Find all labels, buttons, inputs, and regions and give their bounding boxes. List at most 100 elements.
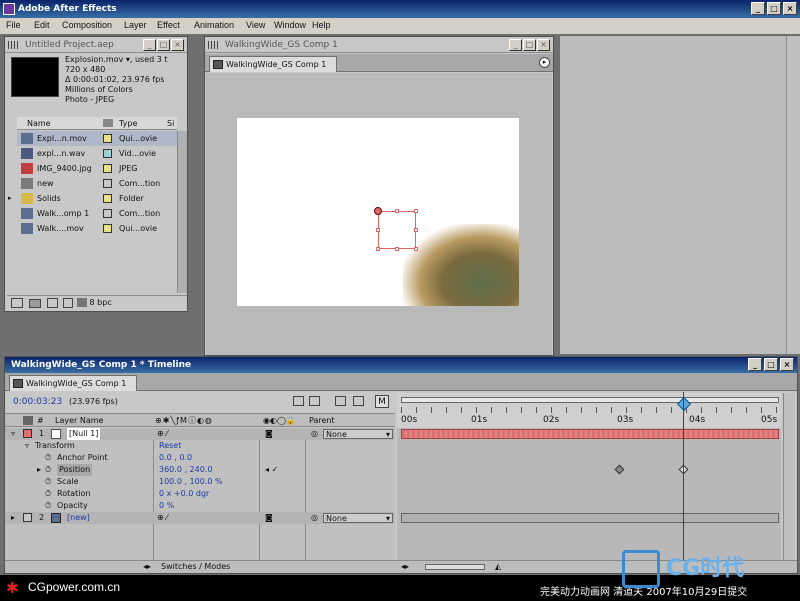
transform-group-row[interactable]: ▿ Transform Reset [5,440,395,452]
bpc-toggle[interactable]: 8 bpc [77,296,112,310]
parent-select[interactable]: None ▾ [323,429,393,439]
bounds-handle[interactable] [395,209,399,213]
bounds-handle[interactable] [395,247,399,251]
column-type[interactable]: Type [119,117,137,130]
layer-label-swatch[interactable] [23,513,32,522]
layer-label-swatch[interactable] [23,429,32,438]
expand-arrow-icon[interactable]: ▸ [11,512,15,524]
expand-arrow-icon[interactable]: ▸ [37,464,41,476]
layer-name-header[interactable]: Layer Name [55,414,103,427]
column-name[interactable]: Name [27,117,51,130]
maximize-button[interactable]: □ [767,2,781,15]
property-row[interactable]: ⏱ Opacity 0 % [5,500,395,512]
property-value[interactable]: 0 % [159,500,174,512]
switches-modes-toggle[interactable]: Switches / Modes [161,561,230,573]
stopwatch-active-icon[interactable]: ⏱ [45,464,51,476]
project-item[interactable]: expl...n.wav Vid...ovie [17,146,177,161]
stopwatch-icon[interactable]: ⏱ [45,500,51,512]
work-area-bar[interactable] [401,397,779,403]
comp-maximize-button[interactable]: □ [523,39,536,51]
menu-help[interactable]: Help [312,18,331,33]
expand-arrow-icon[interactable]: ▸ [8,191,12,206]
bounds-handle[interactable] [376,247,380,251]
draft-3d-icon[interactable] [309,396,320,406]
layer-row-1[interactable]: ▿ 1 [Null 1] ⊕ ⁄ ◙ ◎ None ▾ [5,428,395,440]
project-item[interactable]: new Com...tion [17,176,177,191]
motion-blur-icon[interactable] [335,396,346,406]
delete-icon[interactable] [63,298,73,308]
menu-edit[interactable]: Edit [34,18,50,33]
menu-effect[interactable]: Effect [157,18,180,33]
layer-duration-bar[interactable] [401,429,779,439]
zoom-out-icon[interactable]: ◂▸ [401,561,409,573]
project-minimize-button[interactable]: _ [143,39,156,51]
expand-arrow-icon[interactable]: ▿ [25,440,29,452]
stopwatch-icon[interactable]: ⏱ [45,476,51,488]
anchor-point-handle[interactable] [374,207,382,215]
property-row[interactable]: ⏱ Scale 100.0 , 100.0 % [5,476,395,488]
property-value[interactable]: 360.0 , 240.0 [159,464,212,476]
stopwatch-icon[interactable]: ⏱ [45,452,51,464]
playhead-line[interactable] [683,392,684,562]
new-comp-icon[interactable] [47,298,58,308]
parent-pickwhip-icon[interactable]: ◎ [311,512,318,524]
expand-arrow-icon[interactable]: ▿ [11,428,15,440]
bounds-handle[interactable] [414,209,418,213]
parent-select[interactable]: None ▾ [323,513,393,523]
layer-av-icons[interactable]: ◙ [265,512,273,524]
project-scrollbar[interactable] [177,131,187,293]
project-item[interactable]: Walk....mov Qui...ovie [17,221,177,236]
parent-pickwhip-icon[interactable]: ◎ [311,428,318,440]
project-close-button[interactable]: × [171,39,184,51]
project-item[interactable]: Expl...n.mov Qui...ovie [17,131,177,146]
timeline-scrollbar[interactable] [783,393,795,561]
timeline-minimize-button[interactable]: _ [748,358,762,371]
menu-file[interactable]: File [6,18,21,33]
workspace-scrollbar[interactable] [786,36,800,354]
layer-name[interactable]: [new] [67,512,90,524]
transform-reset-link[interactable]: Reset [159,440,181,452]
close-button[interactable]: × [783,2,797,15]
layer-switch-icons[interactable]: ⊕ ⁄ [157,512,168,524]
menu-composition[interactable]: Composition [62,18,112,33]
comp-tab[interactable]: WalkingWide_GS Comp 1 [209,56,338,72]
current-timecode[interactable]: 0:00:03:23 [13,392,62,412]
property-row[interactable]: ▸ ⏱ Position 360.0 , 240.0 ◂ ✓ [5,464,395,476]
keyframe-navigator-icon[interactable]: ◂ ✓ [265,464,278,476]
find-icon[interactable] [11,298,23,308]
timeline-close-button[interactable]: × [780,358,794,371]
bounds-handle[interactable] [414,228,418,232]
property-value[interactable]: 0 x +0.0 dgr [159,488,209,500]
new-folder-icon[interactable] [29,299,41,308]
layer-duration-bar[interactable] [401,513,779,523]
comp-frame[interactable] [237,118,519,306]
bounds-handle[interactable] [376,228,380,232]
menu-view[interactable]: View [246,18,265,33]
comp-close-button[interactable]: × [537,39,550,51]
menu-layer[interactable]: Layer [124,18,147,33]
stopwatch-icon[interactable]: ⏱ [45,488,51,500]
layer-av-icons[interactable]: ◙ [265,428,273,440]
panel-menu-icon[interactable]: ▸ [539,57,550,68]
timeline-maximize-button[interactable]: □ [764,358,778,371]
column-size[interactable]: Si [167,117,174,130]
project-maximize-button[interactable]: □ [157,39,170,51]
property-value[interactable]: 100.0 , 100.0 % [159,476,223,488]
menu-animation[interactable]: Animation [194,18,234,33]
graph-editor-icon[interactable] [353,396,364,406]
parent-header[interactable]: Parent [309,414,335,427]
property-value[interactable]: 0.0 , 0.0 [159,452,192,464]
project-item[interactable]: ▸ Solids Folder [8,191,177,206]
layer-row-2[interactable]: ▸ 2 [new] ⊕ ⁄ ◙ ◎ None ▾ [5,512,395,524]
comp-marker-icon[interactable] [293,396,304,406]
layer-name[interactable]: [Null 1] [67,428,101,440]
zoom-in-icon[interactable]: ◭ [495,561,501,573]
property-row[interactable]: ⏱ Rotation 0 x +0.0 dgr [5,488,395,500]
menu-window[interactable]: Window [274,18,306,33]
project-item[interactable]: IMG_9400.jpg JPEG [17,161,177,176]
property-row[interactable]: ⏱ Anchor Point 0.0 , 0.0 [5,452,395,464]
bounds-handle[interactable] [414,247,418,251]
comp-minimize-button[interactable]: _ [509,39,522,51]
null-layer-bounds[interactable] [378,211,416,249]
keyframe-diamond-icon[interactable] [614,464,625,475]
